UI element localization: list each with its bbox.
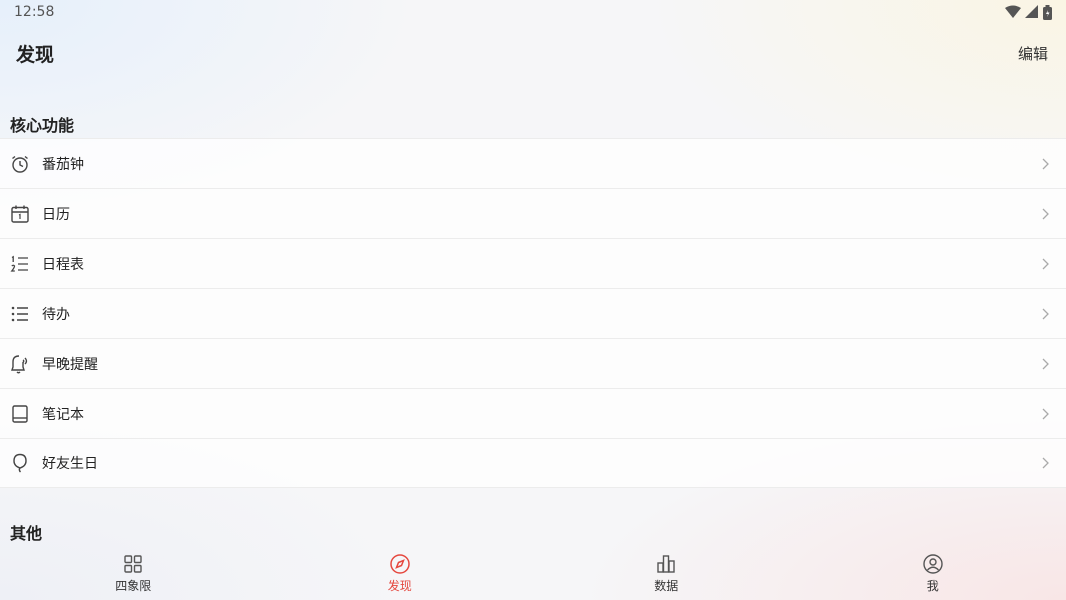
chevron-right-icon <box>1042 258 1049 269</box>
calendar-icon <box>10 204 30 224</box>
section-title-other: 其他 <box>10 524 43 543</box>
list-icon <box>10 304 30 324</box>
list-item-todo[interactable]: 待办 <box>0 288 1066 338</box>
list-item-notebook[interactable]: 笔记本 <box>0 388 1066 438</box>
tab-label: 数据 <box>654 579 679 593</box>
status-icons <box>1005 4 1052 20</box>
list-item-label: 日程表 <box>42 256 84 273</box>
list-item-label: 笔记本 <box>42 406 84 423</box>
chevron-right-icon <box>1042 208 1049 219</box>
list-item-pomodoro[interactable]: 番茄钟 <box>0 138 1066 188</box>
balloon-icon <box>10 453 30 473</box>
user-icon <box>923 554 943 574</box>
grid-icon <box>124 555 142 573</box>
notebook-icon <box>10 404 30 424</box>
bar-chart-icon <box>657 555 675 573</box>
section-title-core: 核心功能 <box>10 116 75 135</box>
status-time: 12:58 <box>14 4 55 20</box>
edit-button[interactable]: 编辑 <box>1018 43 1048 64</box>
compass-icon <box>390 554 410 574</box>
numbered-list-icon <box>10 254 30 274</box>
list-item-label: 番茄钟 <box>42 156 84 173</box>
cell-signal-icon <box>1025 5 1038 18</box>
tab-data[interactable]: 数据 <box>533 548 800 600</box>
chevron-right-icon <box>1042 408 1049 419</box>
reminder-icon <box>10 354 30 374</box>
core-feature-list: 番茄钟 日历 日程表 待办 早晚提醒 笔记本 好友生日 <box>0 138 1066 488</box>
wifi-icon <box>1005 5 1021 18</box>
tab-discover[interactable]: 发现 <box>267 548 534 600</box>
tab-me[interactable]: 我 <box>800 548 1066 600</box>
alarm-clock-icon <box>10 154 30 174</box>
chevron-right-icon <box>1042 308 1049 319</box>
tab-quadrant[interactable]: 四象限 <box>0 548 267 600</box>
list-item-label: 待办 <box>42 306 70 323</box>
tab-label: 四象限 <box>115 579 152 593</box>
list-item-reminder[interactable]: 早晚提醒 <box>0 338 1066 388</box>
tab-label: 发现 <box>387 579 412 593</box>
list-item-label: 好友生日 <box>42 456 98 472</box>
chevron-right-icon <box>1042 457 1049 469</box>
page-title: 发现 <box>16 43 55 66</box>
chevron-right-icon <box>1042 358 1049 369</box>
tab-label: 我 <box>926 579 939 593</box>
list-item-schedule[interactable]: 日程表 <box>0 238 1066 288</box>
list-item-label: 日历 <box>42 206 70 223</box>
chevron-right-icon <box>1042 158 1049 169</box>
list-item-calendar[interactable]: 日历 <box>0 188 1066 238</box>
bottom-nav: 四象限 发现 数据 我 <box>0 548 1066 600</box>
list-item-birthday[interactable]: 好友生日 <box>0 438 1066 488</box>
top-bar: 发现 编辑 <box>0 36 1066 70</box>
status-bar: 12:58 <box>0 0 1066 24</box>
list-item-label: 早晚提醒 <box>42 356 98 373</box>
battery-icon <box>1043 4 1052 20</box>
